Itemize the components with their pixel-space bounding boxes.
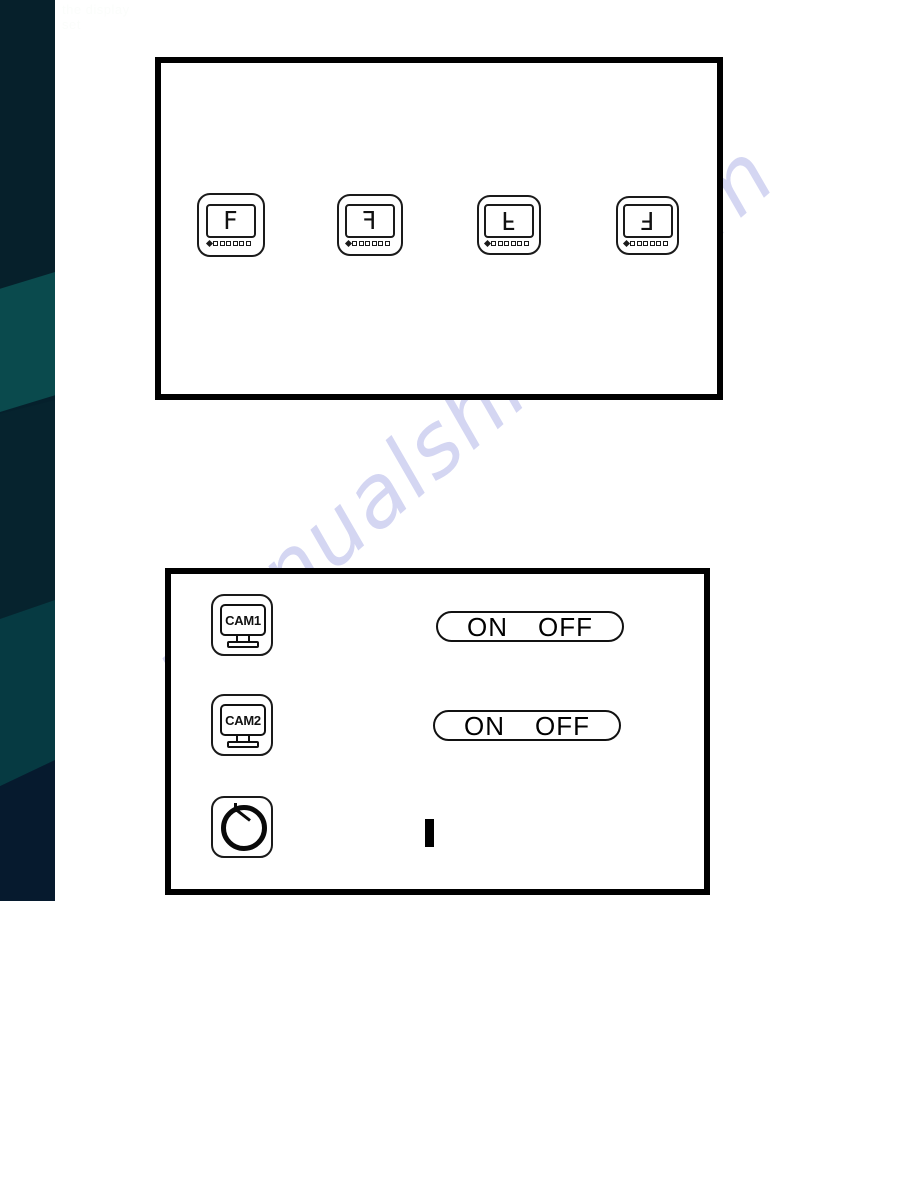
camera-row-cam1: CAM1 ON OFF — [171, 584, 704, 684]
cam2-label: CAM2 — [225, 712, 261, 728]
faint-page-header: the display set — [62, 2, 362, 32]
display-button-strip — [205, 239, 256, 247]
orientation-glyph: F — [223, 206, 238, 235]
cam1-label: CAM1 — [225, 612, 261, 628]
faint-header-line-1: the display — [62, 2, 130, 17]
cam2-onoff-toggle[interactable]: ON OFF — [433, 710, 621, 741]
display-screen: F — [483, 203, 534, 238]
camera-row-cam2: CAM2 ON OFF — [171, 684, 704, 784]
cam2-monitor-icon[interactable]: CAM2 — [211, 694, 273, 756]
cam1-onoff-toggle[interactable]: ON OFF — [436, 611, 624, 642]
orientation-slot-1: F — [161, 193, 300, 257]
display-normal-icon[interactable]: F — [196, 193, 265, 257]
monitor-base — [227, 741, 259, 748]
cam2-on-label[interactable]: ON — [464, 713, 505, 739]
sidebar-band-1 — [0, 0, 55, 290]
display-button-strip — [344, 239, 395, 247]
camera-row-timer — [171, 784, 704, 884]
camera-panel: CAM1 ON OFF CAM2 ON OFF — [165, 568, 710, 895]
display-mirror-icon[interactable]: F — [336, 194, 403, 256]
cam1-screen: CAM1 — [220, 604, 266, 636]
monitor-base — [227, 641, 259, 648]
orientation-glyph: F — [362, 206, 377, 235]
orientation-icon-row: F F F F — [161, 193, 717, 257]
display-button-strip — [483, 239, 534, 247]
display-screen: F — [205, 203, 256, 238]
orientation-glyph: F — [501, 206, 516, 235]
clock-dial — [221, 805, 267, 851]
display-screen: F — [344, 203, 395, 238]
sidebar-band-3 — [0, 400, 55, 630]
decorative-sidebar — [0, 0, 55, 901]
cursor-indicator — [425, 819, 434, 847]
sidebar-band-2 — [0, 272, 55, 412]
display-flip-icon[interactable]: F — [476, 195, 541, 255]
display-rotate180-icon[interactable]: F — [616, 195, 679, 255]
orientation-slot-4: F — [578, 193, 717, 257]
orientation-slot-2: F — [300, 193, 439, 257]
sidebar-band-4 — [0, 600, 55, 790]
cam1-on-label[interactable]: ON — [467, 614, 508, 640]
orientation-slot-3: F — [439, 193, 578, 257]
cam1-monitor-icon[interactable]: CAM1 — [211, 594, 273, 656]
cam2-screen: CAM2 — [220, 704, 266, 736]
timer-clock-icon[interactable] — [211, 796, 273, 858]
orientation-glyph: F — [640, 206, 655, 235]
cam2-off-label[interactable]: OFF — [535, 713, 590, 739]
display-button-strip — [622, 239, 673, 247]
orientation-panel: F F F F — [155, 57, 723, 400]
faint-header-line-2: set — [62, 17, 81, 32]
display-screen: F — [622, 203, 673, 238]
cam1-off-label[interactable]: OFF — [538, 614, 593, 640]
